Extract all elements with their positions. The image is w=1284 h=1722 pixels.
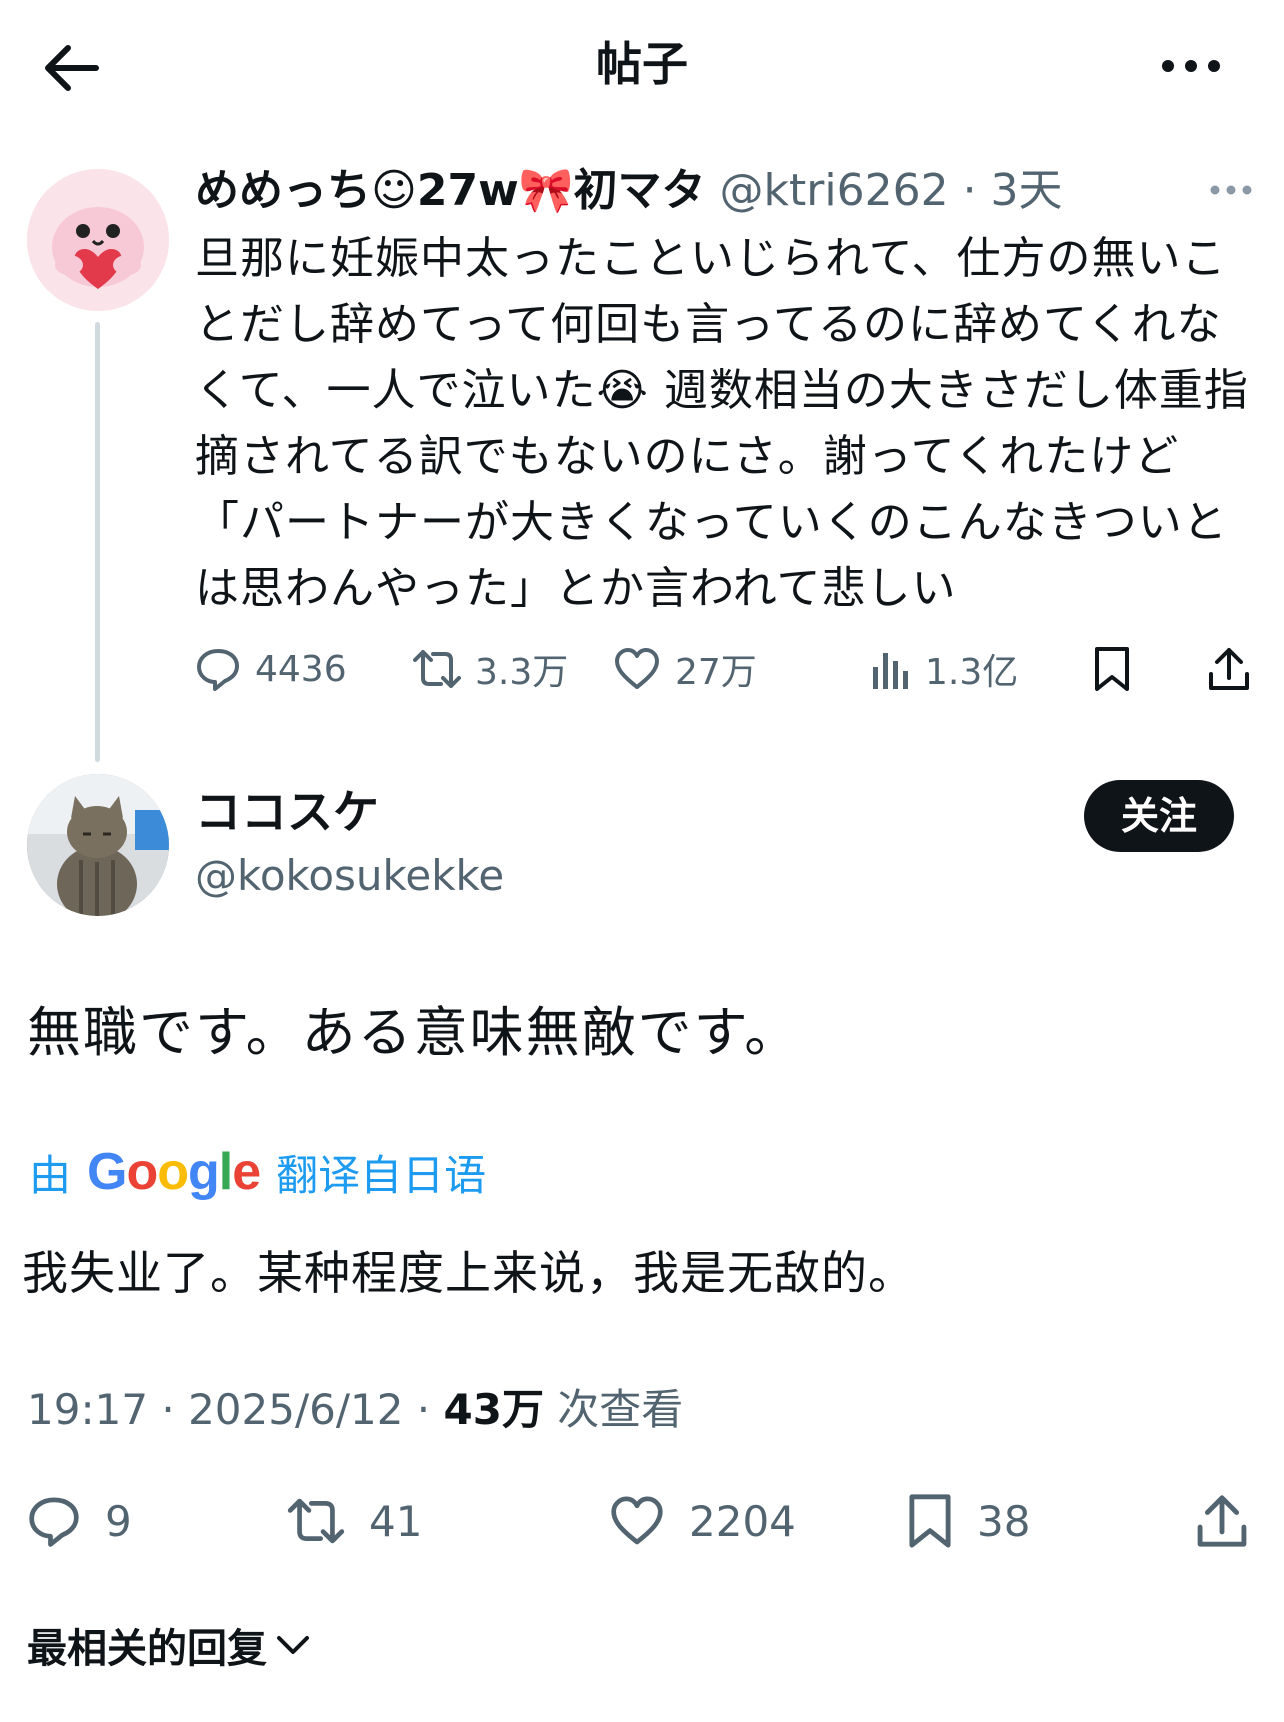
parent-more-icon[interactable] (1208, 180, 1254, 200)
parent-bookmark-button[interactable] (1093, 640, 1145, 698)
bookmark-icon (909, 1494, 951, 1548)
author-handle[interactable]: @kokosukekke (195, 848, 504, 904)
views-chart-icon (873, 653, 908, 689)
view-label: 次查看 (543, 1385, 684, 1434)
repost-icon (287, 1498, 345, 1544)
parent-reply-button[interactable]: 4436 (195, 640, 347, 698)
parent-repost-button[interactable]: 3.3万 (413, 640, 568, 698)
bookmark-count: 38 (977, 1496, 1031, 1546)
post-timestamp: 19:17 · 2025/6/12 · (27, 1385, 444, 1434)
parent-author-avatar[interactable] (27, 169, 169, 311)
page-title: 帖子 (596, 37, 688, 91)
like-count: 2204 (689, 1496, 796, 1546)
google-logo: Google (87, 1143, 261, 1201)
repost-button[interactable]: 41 (287, 1486, 422, 1556)
replies-sort-label: 最相关的回复 (27, 1626, 267, 1672)
reply-icon (29, 1497, 79, 1547)
parent-like-button[interactable]: 27万 (613, 640, 757, 698)
heart-icon (615, 648, 659, 689)
translation-attribution[interactable]: 由 Google 翻译自日语 (29, 1142, 486, 1202)
chevron-down-icon (277, 1636, 309, 1654)
translate-prefix: 由 (29, 1150, 72, 1200)
repost-icon (413, 650, 461, 688)
follow-button[interactable]: 关注 (1084, 780, 1234, 852)
repost-count: 41 (369, 1496, 423, 1546)
author-avatar[interactable] (27, 774, 169, 916)
parent-author-name[interactable]: めめっち☺27w🎀初マタ (195, 165, 706, 216)
parent-post-text: 旦那に妊娠中太ったこといじられて、仕方の無いことだし辞めてって何回も言ってるのに… (195, 233, 1249, 614)
parent-views-button[interactable]: 1.3亿 (871, 640, 1018, 698)
translated-text: 我失业了。某种程度上来说，我是无敌的。 (22, 1246, 915, 1300)
parent-action-bar: 4436 3.3万 27万 1.3亿 (195, 640, 1255, 698)
action-bar: 9 41 2204 38 (27, 1486, 1257, 1556)
bookmark-icon (1095, 647, 1129, 691)
parent-reply-count: 4436 (255, 648, 347, 690)
post-meta: 19:17 · 2025/6/12 · 43万 次查看 (27, 1380, 683, 1440)
parent-views-count: 1.3亿 (925, 652, 1019, 693)
replies-sort-dropdown[interactable]: 最相关的回复 (27, 1616, 313, 1674)
parent-post-header: めめっち☺27w🎀初マタ @ktri6262 · 3天 (195, 163, 1063, 219)
reply-button[interactable]: 9 (27, 1486, 132, 1556)
reply-count: 9 (105, 1496, 132, 1546)
bookmark-button[interactable]: 38 (907, 1486, 1030, 1556)
share-button[interactable] (1195, 1486, 1273, 1556)
reply-icon (197, 649, 239, 691)
more-options-icon[interactable] (1156, 46, 1226, 86)
parent-share-button[interactable] (1207, 640, 1265, 698)
parent-repost-count: 3.3万 (475, 652, 569, 693)
post-text: 無職です。ある意味無敵です。 (27, 1001, 801, 1064)
heart-icon (611, 1496, 663, 1545)
view-count: 43万 (443, 1385, 544, 1434)
translate-source-label: 翻译自日语 (276, 1150, 487, 1200)
thread-connector (95, 322, 100, 762)
author-name[interactable]: ココスケ (195, 782, 379, 842)
share-icon (1197, 1495, 1247, 1547)
like-button[interactable]: 2204 (609, 1486, 796, 1556)
parent-like-count: 27万 (675, 652, 757, 693)
parent-author-handle[interactable]: @ktri6262 (720, 165, 949, 216)
parent-post-time: · 3天 (962, 165, 1063, 216)
share-icon (1209, 648, 1249, 690)
